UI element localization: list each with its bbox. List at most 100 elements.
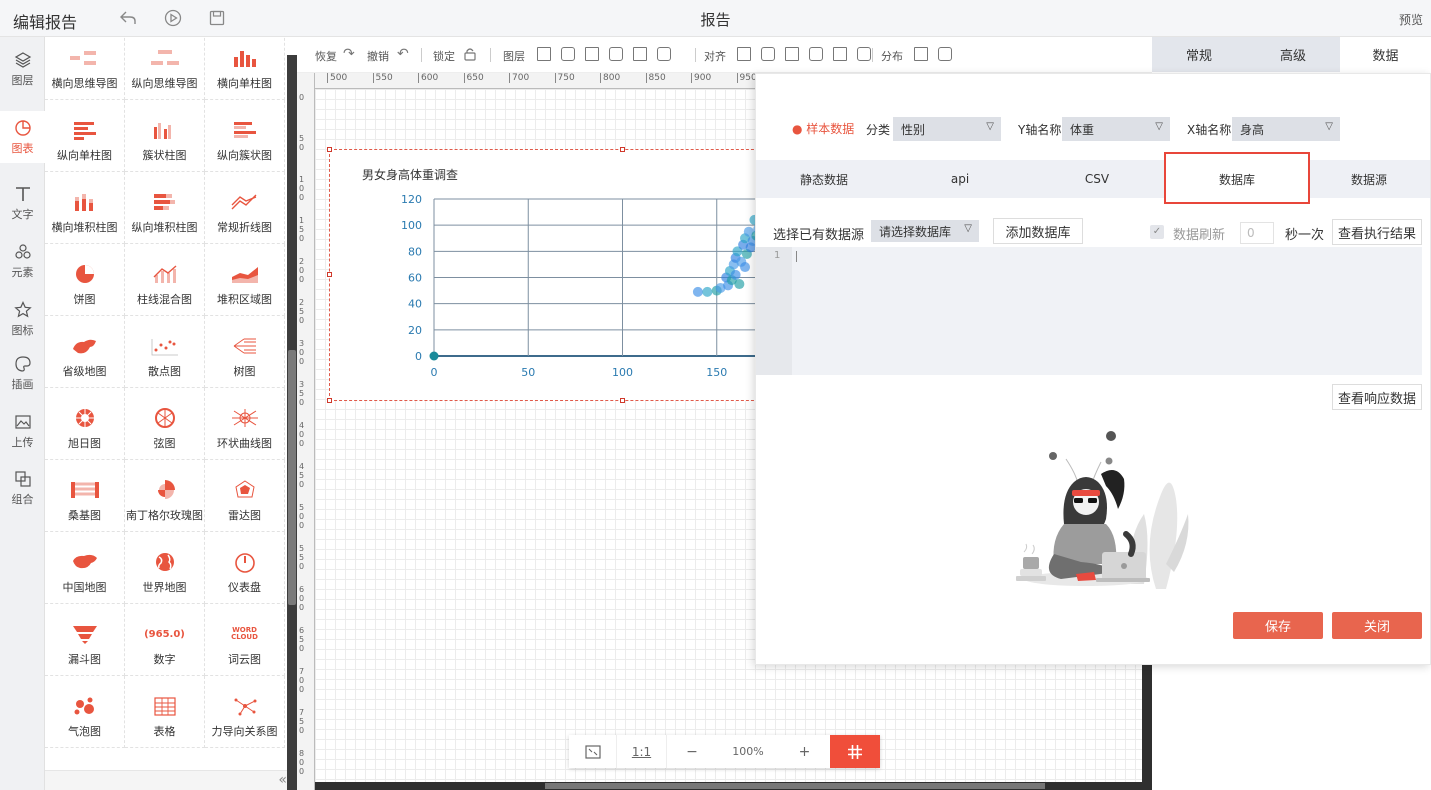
- scrollbar-thumb[interactable]: [545, 783, 1045, 789]
- tab-advanced[interactable]: 高级: [1246, 37, 1340, 72]
- palette-scrollbar[interactable]: [287, 55, 297, 790]
- palette-item-bar-h[interactable]: 纵向单柱图: [45, 100, 125, 172]
- layer-order-icon-3[interactable]: [609, 47, 623, 61]
- refresh-interval-input[interactable]: 0: [1240, 222, 1274, 244]
- tab-csv[interactable]: CSV: [1028, 160, 1166, 198]
- sql-editor[interactable]: 1: [756, 247, 1422, 375]
- view-execution-result-button[interactable]: 查看执行结果: [1332, 219, 1422, 245]
- undo-arrow-icon[interactable]: ↶: [397, 46, 409, 62]
- palette-item-nightingale[interactable]: 南丁格尔玫瑰图: [125, 460, 205, 532]
- grid-icon[interactable]: [830, 735, 880, 768]
- nav-item-2[interactable]: 文字: [0, 177, 45, 229]
- collapse-icon[interactable]: «: [278, 772, 287, 788]
- palette-item-bar-line[interactable]: 柱线混合图: [125, 244, 205, 316]
- preview-button[interactable]: 预览: [1399, 11, 1423, 28]
- palette-item-bar-stack[interactable]: 横向堆积柱图: [45, 172, 125, 244]
- nav-item-5[interactable]: 插画: [0, 347, 45, 399]
- redo-icon[interactable]: ↷: [343, 46, 355, 62]
- palette-item-china-map[interactable]: 中国地图: [45, 532, 125, 604]
- palette-item-tree[interactable]: 树图: [205, 316, 285, 388]
- lock-button[interactable]: 锁定: [433, 48, 455, 64]
- canvas-horizontal-scrollbar[interactable]: [315, 782, 1142, 790]
- distribute-icon-0[interactable]: [914, 47, 928, 61]
- database-select[interactable]: 请选择数据库 ▽: [871, 220, 979, 242]
- palette-item-force-graph[interactable]: 力导向关系图: [205, 676, 285, 748]
- nav-item-0[interactable]: 图层: [0, 43, 45, 95]
- palette-item-world-map[interactable]: 世界地图: [125, 532, 205, 604]
- palette-item-chord[interactable]: 弦图: [125, 388, 205, 460]
- layer-order-icon-4[interactable]: [633, 47, 647, 61]
- palette-item-ring-curve[interactable]: 环状曲线图: [205, 388, 285, 460]
- bubble-icon: [74, 697, 94, 715]
- save-icon[interactable]: [206, 7, 228, 29]
- play-icon[interactable]: [162, 7, 184, 29]
- zoom-out-button[interactable]: −: [667, 735, 717, 768]
- undo-button[interactable]: 撤销: [367, 48, 389, 64]
- nav-item-7[interactable]: 组合: [0, 462, 45, 514]
- palette-item-gauge[interactable]: 仪表盘: [205, 532, 285, 604]
- layer-order-icon-1[interactable]: [561, 47, 575, 61]
- refresh-checkbox[interactable]: ✓: [1150, 225, 1164, 239]
- palette-item-bubble[interactable]: 气泡图: [45, 676, 125, 748]
- category-select[interactable]: 性别 ▽: [893, 117, 1001, 141]
- palette-item-wordcloud[interactable]: WORD CLOUD 词云图: [205, 604, 285, 676]
- palette-item-line[interactable]: 常规折线图: [205, 172, 285, 244]
- palette-item-bar-h-stack[interactable]: 纵向堆积柱图: [125, 172, 205, 244]
- palette-item-pie[interactable]: 饼图: [45, 244, 125, 316]
- layer-order-icon-2[interactable]: [585, 47, 599, 61]
- palette-item-sankey[interactable]: 桑基图: [45, 460, 125, 532]
- resize-handle[interactable]: [327, 272, 332, 277]
- palette-item-v-mindmap[interactable]: 纵向思维导图: [125, 37, 205, 100]
- scrollbar-thumb[interactable]: [288, 350, 296, 605]
- canvas-vertical-scrollbar[interactable]: [1142, 660, 1152, 790]
- distribute-icon-1[interactable]: [938, 47, 952, 61]
- nav-item-4[interactable]: 图标: [0, 293, 45, 345]
- layer-order-icon-0[interactable]: [537, 47, 551, 61]
- palette-item-number[interactable]: (965.0) 数字: [125, 604, 205, 676]
- tab-general[interactable]: 常规: [1152, 37, 1246, 72]
- palette-item-bar-cluster[interactable]: 簇状柱图: [125, 100, 205, 172]
- palette-item-scatter[interactable]: 散点图: [125, 316, 205, 388]
- nav-item-6[interactable]: 上传: [0, 405, 45, 457]
- palette-item-province-map[interactable]: 省级地图: [45, 316, 125, 388]
- align-icon-2[interactable]: [785, 47, 799, 61]
- align-icon-0[interactable]: [737, 47, 751, 61]
- zoom-in-button[interactable]: +: [779, 735, 830, 768]
- palette-item-sunburst[interactable]: 旭日图: [45, 388, 125, 460]
- align-icon-5[interactable]: [857, 47, 871, 61]
- tab-database[interactable]: 数据库: [1166, 160, 1308, 198]
- nav-item-1[interactable]: 图表: [0, 111, 45, 163]
- nav-item-3[interactable]: 元素: [0, 235, 45, 287]
- palette-item-table[interactable]: 表格: [125, 676, 205, 748]
- y-axis-select[interactable]: 体重 ▽: [1062, 117, 1170, 141]
- align-icon-1[interactable]: [761, 47, 775, 61]
- close-button[interactable]: 关闭: [1332, 612, 1422, 639]
- tab-data-source[interactable]: 数据源: [1308, 160, 1430, 198]
- actual-size-button[interactable]: 1:1: [617, 735, 667, 768]
- add-database-button[interactable]: 添加数据库: [993, 218, 1083, 244]
- resize-handle[interactable]: [620, 147, 625, 152]
- resize-handle[interactable]: [620, 398, 625, 403]
- align-icon-3[interactable]: [809, 47, 823, 61]
- tab-data[interactable]: 数据: [1340, 37, 1431, 72]
- resize-handle[interactable]: [327, 147, 332, 152]
- view-response-data-button[interactable]: 查看响应数据: [1332, 384, 1422, 410]
- tab-static-data[interactable]: 静态数据: [756, 160, 892, 198]
- lock-icon[interactable]: [463, 47, 477, 64]
- palette-item-area[interactable]: 堆积区域图: [205, 244, 285, 316]
- fit-screen-icon[interactable]: [569, 735, 617, 768]
- restore-button[interactable]: 恢复: [315, 48, 337, 64]
- layer-order-icon-5[interactable]: [657, 47, 671, 61]
- save-button[interactable]: 保存: [1233, 612, 1323, 639]
- sample-data-link[interactable]: ● 样本数据: [792, 120, 854, 137]
- resize-handle[interactable]: [327, 398, 332, 403]
- palette-item-bar-v[interactable]: 横向单柱图: [205, 37, 285, 100]
- x-axis-select[interactable]: 身高 ▽: [1232, 117, 1340, 141]
- palette-item-h-mindmap[interactable]: 横向思维导图: [45, 37, 125, 100]
- undo-icon[interactable]: [117, 7, 139, 29]
- tab-api[interactable]: api: [892, 160, 1028, 198]
- palette-item-funnel[interactable]: 漏斗图: [45, 604, 125, 676]
- palette-item-radar[interactable]: 雷达图: [205, 460, 285, 532]
- align-icon-4[interactable]: [833, 47, 847, 61]
- palette-item-bar-h-cluster[interactable]: 纵向簇状图: [205, 100, 285, 172]
